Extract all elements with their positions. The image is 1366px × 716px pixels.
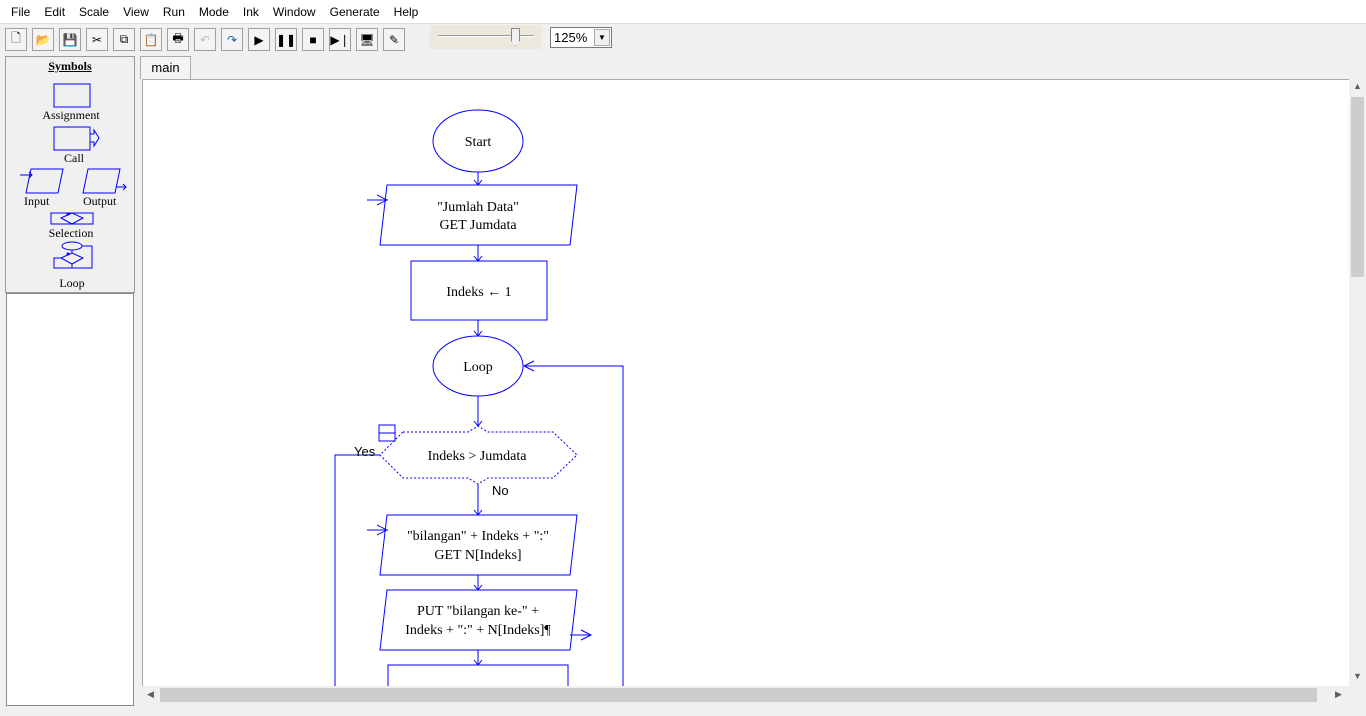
loop-symbol-icon[interactable] xyxy=(53,241,93,269)
menu-run[interactable]: Run xyxy=(156,5,192,19)
menu-view[interactable]: View xyxy=(116,5,156,19)
tab-main[interactable]: main xyxy=(140,56,191,79)
flowchart-canvas[interactable] xyxy=(142,79,1349,686)
save-icon: 💾 xyxy=(62,32,78,47)
menu-window[interactable]: Window xyxy=(266,5,323,19)
new-button[interactable]: 🗋 xyxy=(5,28,27,51)
redo-icon: ↷ xyxy=(226,32,238,47)
pause-button[interactable]: ❚❚ xyxy=(275,28,297,51)
chevron-down-icon[interactable]: ▼ xyxy=(594,29,610,46)
pause-icon: ❚❚ xyxy=(275,32,297,47)
horizontal-scrollbar[interactable]: ◀ ▶ xyxy=(142,686,1349,704)
scroll-down-icon[interactable]: ▼ xyxy=(1353,671,1362,681)
print-icon: 🖶 xyxy=(172,31,184,45)
speed-slider[interactable] xyxy=(430,25,542,49)
copy-button[interactable]: ⧉ xyxy=(113,28,135,51)
vertical-scroll-thumb[interactable] xyxy=(1351,97,1364,277)
undo-button[interactable]: ↶ xyxy=(194,28,216,51)
menu-scale[interactable]: Scale xyxy=(72,5,116,19)
redo-button[interactable]: ↷ xyxy=(221,28,243,51)
scroll-up-icon[interactable]: ▲ xyxy=(1353,81,1362,91)
scroll-right-icon[interactable]: ▶ xyxy=(1335,689,1342,700)
menu-bar: File Edit Scale View Run Mode Ink Window Generat… xyxy=(0,0,1366,24)
zoom-select[interactable]: 125% ▼ xyxy=(550,27,612,48)
cut-button[interactable]: ✂ xyxy=(86,28,108,51)
call-label: Call xyxy=(64,151,84,165)
input-label: Input xyxy=(24,194,50,208)
play-icon: ▶ xyxy=(254,32,264,47)
new-icon: 🗋 xyxy=(11,31,21,45)
input-symbol-icon[interactable] xyxy=(20,168,64,194)
stop-button[interactable]: ■ xyxy=(302,28,324,51)
copy-icon: ⧉ xyxy=(119,32,129,46)
paste-button[interactable]: 📋 xyxy=(140,28,162,51)
menu-mode[interactable]: Mode xyxy=(192,5,236,19)
call-symbol-icon[interactable] xyxy=(53,126,100,151)
output-label: Output xyxy=(83,194,117,208)
cut-icon: ✂ xyxy=(91,32,103,47)
paste-icon: 📋 xyxy=(143,32,159,47)
test-server-button[interactable]: 🖥 xyxy=(356,28,378,51)
step-button[interactable]: ▶❘ xyxy=(329,28,351,51)
open-button[interactable]: 📂 xyxy=(32,28,54,51)
undo-icon: ↶ xyxy=(199,32,211,47)
test-server-icon: 🖥 xyxy=(359,32,375,47)
save-button[interactable]: 💾 xyxy=(59,28,81,51)
pen-icon: ✎ xyxy=(388,32,400,47)
step-icon: ▶❘ xyxy=(330,32,350,47)
symbol-icons xyxy=(20,83,127,269)
vertical-scrollbar[interactable]: ▲ ▼ xyxy=(1349,79,1366,686)
open-icon: 📂 xyxy=(35,32,51,47)
scroll-left-icon[interactable]: ◀ xyxy=(147,689,154,700)
menu-generate[interactable]: Generate xyxy=(323,5,387,19)
menu-help[interactable]: Help xyxy=(387,5,426,19)
pen-button[interactable]: ✎ xyxy=(383,28,405,51)
toolbar: 🗋 📂 💾 ✂ ⧉ 📋 🖶 ↶ ↷ ▶ ❚❚ ■ ▶❘ 🖥 ✎ xyxy=(0,25,1366,55)
symbols-panel: Symbols Assignment Call Input Output Sel… xyxy=(5,56,135,293)
play-button[interactable]: ▶ xyxy=(248,28,270,51)
menu-edit[interactable]: Edit xyxy=(37,5,72,19)
assignment-label: Assignment xyxy=(42,108,100,122)
output-symbol-icon[interactable] xyxy=(82,168,127,194)
stop-icon: ■ xyxy=(309,32,317,47)
slider-thumb[interactable] xyxy=(511,28,520,46)
assignment-symbol-icon[interactable] xyxy=(53,83,91,108)
variables-pane xyxy=(6,293,134,706)
selection-symbol-icon[interactable] xyxy=(50,212,94,225)
horizontal-scroll-thumb[interactable] xyxy=(160,688,1317,702)
loop-label: Loop xyxy=(59,276,85,290)
print-button[interactable]: 🖶 xyxy=(167,28,189,51)
menu-file[interactable]: File xyxy=(4,5,37,19)
zoom-value: 125% xyxy=(554,30,588,45)
selection-label: Selection xyxy=(48,226,94,240)
menu-ink[interactable]: Ink xyxy=(236,5,266,19)
